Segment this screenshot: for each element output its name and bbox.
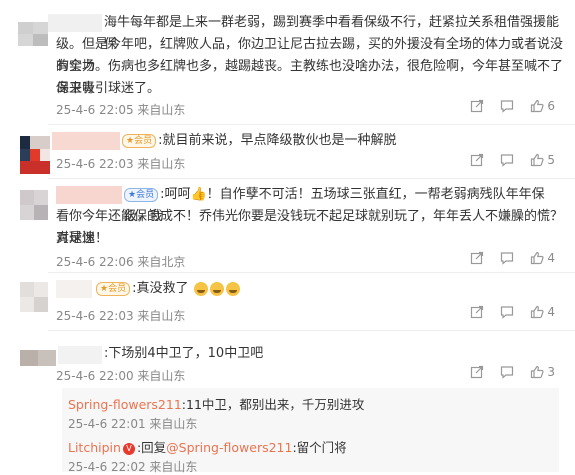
comment-button[interactable] [500, 153, 514, 167]
divider [48, 124, 575, 125]
comment-5: :下场别4中卫了，10中卫吧 25-4-6 22:00 来自山东 3 Sprin… [0, 332, 575, 474]
like-button[interactable]: 4 [530, 251, 555, 265]
share-button[interactable] [470, 365, 484, 379]
comment-4: ★会员:真没救了 25-4-6 22:03 来自山东 4 [0, 274, 575, 328]
avatar[interactable] [20, 190, 48, 220]
comment-button[interactable] [500, 365, 514, 379]
username-blur[interactable] [58, 346, 102, 364]
comment-actions: 6 [470, 99, 555, 113]
divider [48, 330, 575, 331]
comment-icon [501, 306, 514, 319]
reply-meta: 25-4-6 22:01 来自山东 [68, 417, 198, 431]
like-button[interactable]: 5 [530, 153, 555, 167]
username-blur[interactable] [56, 280, 92, 298]
comment-text: ★会员:就目前来说，早点降级散伙也是一种解脱 [122, 130, 562, 152]
divider [48, 272, 575, 273]
like-count: 6 [547, 99, 555, 113]
share-button[interactable] [470, 99, 484, 113]
avatar[interactable] [18, 22, 48, 46]
comment-1: 海牛每年都是上来一群老弱，踢到赛季中看看保级不行，赶紧拉关系租借强援能保 级。但… [0, 0, 575, 122]
comment-2: ★会员:就目前来说，早点降级散伙也是一种解脱 25-4-6 22:03 来自山东… [0, 126, 575, 178]
comment-text-line4: 岛来吸引球迷了。 [56, 81, 161, 96]
share-button[interactable] [470, 305, 484, 319]
vip-icon: V [122, 442, 135, 455]
comment-button[interactable] [500, 99, 514, 113]
comment-3: ★会员:呵呵👍！自作孽不可活！五场球三张直红，一帮老弱病残队年年保级，我 看你今… [0, 180, 575, 270]
comment-icon [501, 366, 514, 379]
like-icon [531, 251, 544, 265]
comment-button[interactable] [500, 251, 514, 265]
comment-button[interactable] [500, 305, 514, 319]
comment-actions: 4 [470, 305, 555, 319]
share-button[interactable] [470, 251, 484, 265]
share-button[interactable] [470, 153, 484, 167]
share-icon [471, 251, 484, 265]
reply-username[interactable]: Spring-flowers211 [68, 397, 182, 412]
comment-actions: 4 [470, 251, 555, 265]
like-button[interactable]: 3 [530, 365, 555, 379]
share-icon [471, 99, 484, 113]
like-count: 4 [547, 305, 555, 319]
comment-meta: 25-4-6 22:00 来自山东 [56, 369, 186, 383]
comment-actions: 5 [470, 153, 555, 167]
member-badge: ★会员 [96, 281, 131, 296]
comment-meta: 25-4-6 22:03 来自山东 [56, 309, 186, 323]
comment-text-content: :真没救了 [132, 281, 189, 296]
share-icon [471, 153, 484, 167]
comment-meta: 25-4-6 22:06 来自北京 [56, 255, 186, 269]
crying-emoji-icon [193, 281, 208, 296]
like-count: 4 [547, 251, 555, 265]
like-icon [531, 153, 544, 167]
like-button[interactable]: 6 [530, 99, 555, 113]
reply-text: :留个门将 [292, 440, 347, 455]
username-blur[interactable] [52, 132, 120, 150]
crying-emoji-icon [225, 281, 240, 296]
comment-text-line3: 对球迷！ [56, 231, 109, 246]
reply-prefix: :回复 [136, 440, 167, 455]
username-blur[interactable] [56, 186, 122, 204]
reply-text: :11中卫，都别出来，千万别进攻 [181, 397, 365, 412]
comment-actions: 3 [470, 365, 555, 379]
reply-1: Spring-flowers211:11中卫，都别出来，千万别进攻 [68, 394, 364, 413]
avatar[interactable] [20, 350, 56, 366]
like-button[interactable]: 4 [530, 305, 555, 319]
comment-icon [501, 154, 514, 167]
like-icon [531, 365, 544, 379]
member-badge: ★会员 [124, 187, 159, 202]
comment-text: ★会员:真没救了 [96, 278, 536, 300]
like-icon [531, 99, 544, 113]
avatar[interactable] [20, 282, 48, 312]
username-blur[interactable] [48, 14, 102, 32]
comment-meta: 25-4-6 22:03 来自山东 [56, 157, 186, 171]
reply-username[interactable]: Litchipin [68, 440, 121, 455]
like-count: 3 [547, 365, 555, 379]
comment-text: :下场别4中卫了，10中卫吧 [104, 346, 264, 361]
avatar[interactable] [20, 136, 50, 174]
share-icon [471, 365, 484, 379]
comment-icon [501, 100, 514, 113]
like-count: 5 [547, 153, 555, 167]
reply-list: Spring-flowers211:11中卫，都别出来，千万别进攻 25-4-6… [62, 388, 559, 474]
like-icon [531, 305, 544, 319]
reply-2: Litchipin V:回复@Spring-flowers211:留个门将 [68, 437, 347, 456]
member-badge: ★会员 [122, 133, 157, 148]
comment-icon [501, 252, 514, 265]
comment-meta: 25-4-6 22:05 来自山东 [56, 103, 186, 117]
crying-emoji-icon [209, 281, 224, 296]
comment-text-content: :就目前来说，早点降级散伙也是一种解脱 [158, 133, 397, 148]
share-icon [471, 305, 484, 319]
reply-meta: 25-4-6 22:02 来自山东 [68, 460, 198, 474]
mention-link[interactable]: @Spring-flowers211 [166, 440, 292, 455]
divider [48, 178, 575, 179]
